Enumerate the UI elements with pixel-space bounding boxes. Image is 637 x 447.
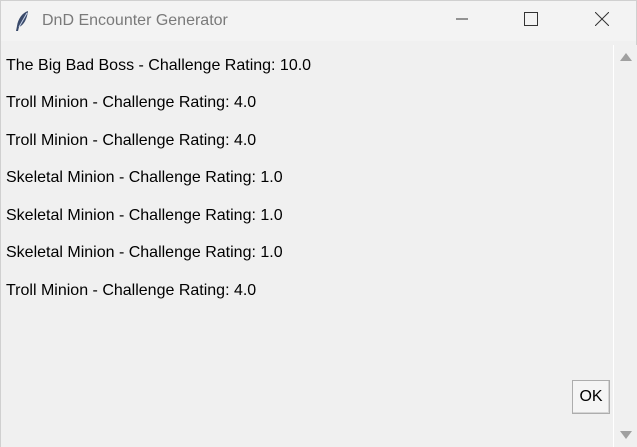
encounter-line: Skeletal Minion - Challenge Rating: 1.0 <box>6 207 283 224</box>
maximize-button[interactable] <box>508 1 554 41</box>
vertical-scrollbar[interactable] <box>613 45 637 447</box>
encounter-line: The Big Bad Boss - Challenge Rating: 10.… <box>6 57 312 74</box>
minimize-icon <box>456 12 468 30</box>
encounter-line: Skeletal Minion - Challenge Rating: 1.0 <box>6 244 283 261</box>
window-title: DnD Encounter Generator <box>42 12 228 29</box>
title-bar[interactable]: DnD Encounter Generator <box>1 1 636 41</box>
scrollbar-track[interactable] <box>616 45 636 447</box>
encounter-line: Troll Minion - Challenge Rating: 4.0 <box>6 94 257 111</box>
feather-icon <box>11 10 33 32</box>
encounter-line: Troll Minion - Challenge Rating: 4.0 <box>6 282 257 299</box>
encounter-line: Skeletal Minion - Challenge Rating: 1.0 <box>6 169 283 186</box>
encounter-line: Troll Minion - Challenge Rating: 4.0 <box>6 132 257 149</box>
scroll-down-arrow-icon[interactable] <box>620 431 632 439</box>
close-button[interactable] <box>579 1 625 41</box>
maximize-icon <box>524 11 538 31</box>
encounter-list: The Big Bad Boss - Challenge Rating: 10.… <box>1 45 613 447</box>
app-window: DnD Encounter Generator The Big Bad Boss… <box>0 0 637 447</box>
ok-button[interactable]: OK <box>572 380 610 414</box>
minimize-button[interactable] <box>439 1 485 41</box>
scroll-up-arrow-icon[interactable] <box>620 53 632 61</box>
close-icon <box>594 11 610 31</box>
